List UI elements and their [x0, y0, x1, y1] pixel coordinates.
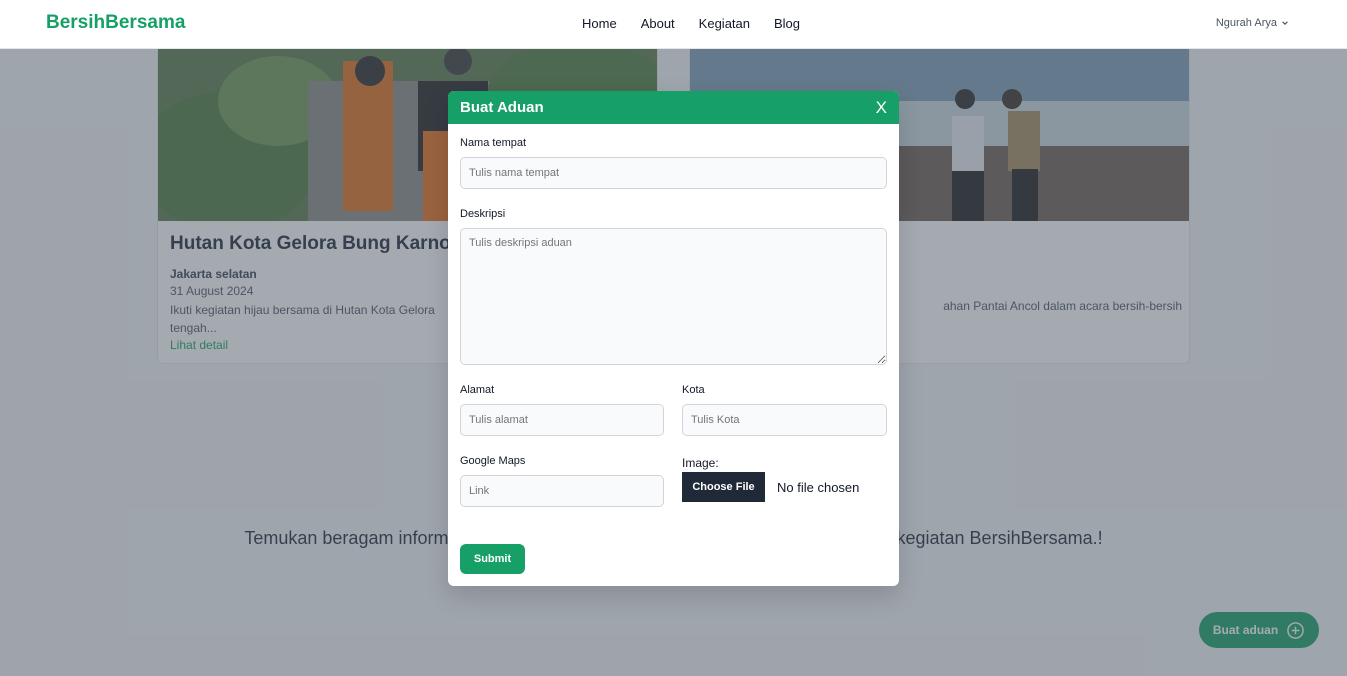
nav-link-kegiatan[interactable]: Kegiatan	[699, 16, 750, 31]
chevron-down-icon	[1282, 21, 1288, 26]
nav-link-home[interactable]: Home	[582, 16, 617, 31]
nama-tempat-label: Nama tempat	[460, 137, 527, 149]
nama-tempat-input[interactable]	[460, 157, 887, 189]
deskripsi-textarea[interactable]	[460, 228, 887, 365]
nav-links: Home About Kegiatan Blog	[582, 16, 800, 31]
image-label: Image:	[682, 456, 719, 470]
nav-link-about[interactable]: About	[641, 16, 675, 31]
nav-link-blog[interactable]: Blog	[774, 16, 800, 31]
google-maps-input[interactable]	[460, 475, 664, 507]
file-status: No file chosen	[777, 480, 860, 495]
modal-header: Buat Aduan X	[448, 91, 899, 124]
user-menu[interactable]: Ngurah Arya	[1216, 17, 1289, 29]
alamat-input[interactable]	[460, 404, 664, 436]
choose-file-button[interactable]: Choose File	[682, 472, 765, 502]
modal-title: Buat Aduan	[460, 99, 544, 116]
close-button[interactable]: X	[876, 98, 887, 118]
alamat-label: Alamat	[460, 384, 495, 396]
submit-button[interactable]: Submit	[460, 544, 525, 574]
kota-label: Kota	[682, 384, 705, 396]
user-name: Ngurah Arya	[1215, 17, 1277, 29]
deskripsi-label: Deskripsi	[460, 208, 506, 220]
brand-logo[interactable]: BersihBersama	[46, 12, 185, 34]
navbar: BersihBersama Home About Kegiatan Blog N…	[0, 0, 1347, 49]
complaint-modal: Buat Aduan X Nama tempat Deskripsi Alama…	[448, 91, 899, 586]
google-maps-label: Google Maps	[460, 455, 526, 467]
kota-input[interactable]	[682, 404, 887, 436]
